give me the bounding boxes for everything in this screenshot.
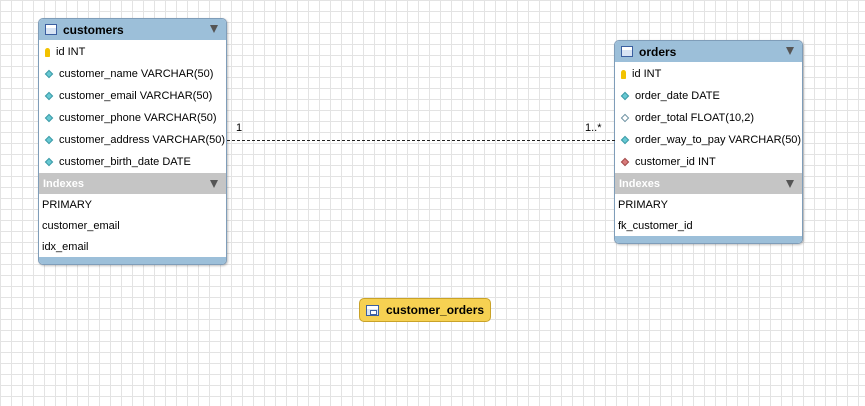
- foreign-key-icon: [620, 157, 630, 167]
- column-icon: [44, 91, 54, 101]
- column-icon: [620, 135, 630, 145]
- column-icon: [44, 113, 54, 123]
- index-row[interactable]: fk_customer_id: [615, 215, 802, 236]
- collapse-triangle-icon[interactable]: [210, 25, 218, 33]
- column-label: customer_address VARCHAR(50): [59, 134, 226, 146]
- column-icon: [44, 157, 54, 167]
- column-row[interactable]: id INT: [615, 63, 802, 85]
- index-row[interactable]: customer_email: [39, 215, 226, 236]
- column-label: customer_phone VARCHAR(50): [59, 112, 217, 124]
- cardinality-label-from: 1: [236, 122, 243, 134]
- table-icon: [45, 24, 57, 35]
- column-icon: [620, 91, 630, 101]
- nullable-column-icon: [620, 113, 630, 123]
- column-row[interactable]: id INT: [39, 41, 226, 63]
- index-row[interactable]: PRIMARY: [39, 194, 226, 215]
- index-row[interactable]: idx_email: [39, 236, 226, 257]
- column-label: customer_id INT: [635, 156, 716, 168]
- collapse-triangle-icon[interactable]: [786, 180, 794, 188]
- column-row[interactable]: customer_address VARCHAR(50): [39, 129, 226, 151]
- column-row[interactable]: customer_name VARCHAR(50): [39, 63, 226, 85]
- column-row[interactable]: customer_birth_date DATE: [39, 151, 226, 173]
- table-customers[interactable]: customers id INT customer_name VARCHAR(5…: [38, 18, 227, 265]
- column-icon: [44, 135, 54, 145]
- table-footer: [615, 236, 802, 243]
- indexes-header[interactable]: Indexes: [615, 173, 802, 194]
- primary-key-icon: [619, 69, 627, 79]
- collapse-triangle-icon[interactable]: [210, 180, 218, 188]
- cardinality-label-to: 1..*: [585, 122, 602, 134]
- table-header[interactable]: orders: [615, 41, 802, 62]
- column-label: id INT: [632, 68, 662, 80]
- column-label: customer_name VARCHAR(50): [59, 68, 214, 80]
- column-label: order_total FLOAT(10,2): [635, 112, 755, 124]
- collapse-triangle-icon[interactable]: [786, 47, 794, 55]
- column-row[interactable]: order_total FLOAT(10,2): [615, 107, 802, 129]
- view-title: customer_orders: [386, 303, 485, 317]
- table-orders[interactable]: orders id INT order_date DATE order_tota…: [614, 40, 803, 244]
- view-icon: [366, 304, 379, 316]
- table-header[interactable]: customers: [39, 19, 226, 40]
- column-label: customer_birth_date DATE: [59, 156, 191, 168]
- table-title: orders: [639, 44, 677, 59]
- table-icon: [621, 46, 633, 57]
- column-label: id INT: [56, 46, 86, 58]
- column-row[interactable]: order_way_to_pay VARCHAR(50): [615, 129, 802, 151]
- indexes-title: Indexes: [619, 177, 660, 190]
- column-row[interactable]: customer_phone VARCHAR(50): [39, 107, 226, 129]
- column-label: customer_email VARCHAR(50): [59, 90, 213, 102]
- column-row[interactable]: order_date DATE: [615, 85, 802, 107]
- column-row[interactable]: customer_email VARCHAR(50): [39, 85, 226, 107]
- indexes-header[interactable]: Indexes: [39, 173, 226, 194]
- index-row[interactable]: PRIMARY: [615, 194, 802, 215]
- relationship-line[interactable]: [227, 140, 615, 141]
- primary-key-icon: [43, 47, 51, 57]
- table-footer: [39, 257, 226, 264]
- column-label: order_way_to_pay VARCHAR(50): [635, 134, 802, 146]
- column-row[interactable]: customer_id INT: [615, 151, 802, 173]
- column-icon: [44, 69, 54, 79]
- column-label: order_date DATE: [635, 90, 720, 102]
- view-customer-orders[interactable]: customer_orders: [359, 298, 491, 322]
- indexes-title: Indexes: [43, 177, 84, 190]
- table-title: customers: [63, 22, 124, 37]
